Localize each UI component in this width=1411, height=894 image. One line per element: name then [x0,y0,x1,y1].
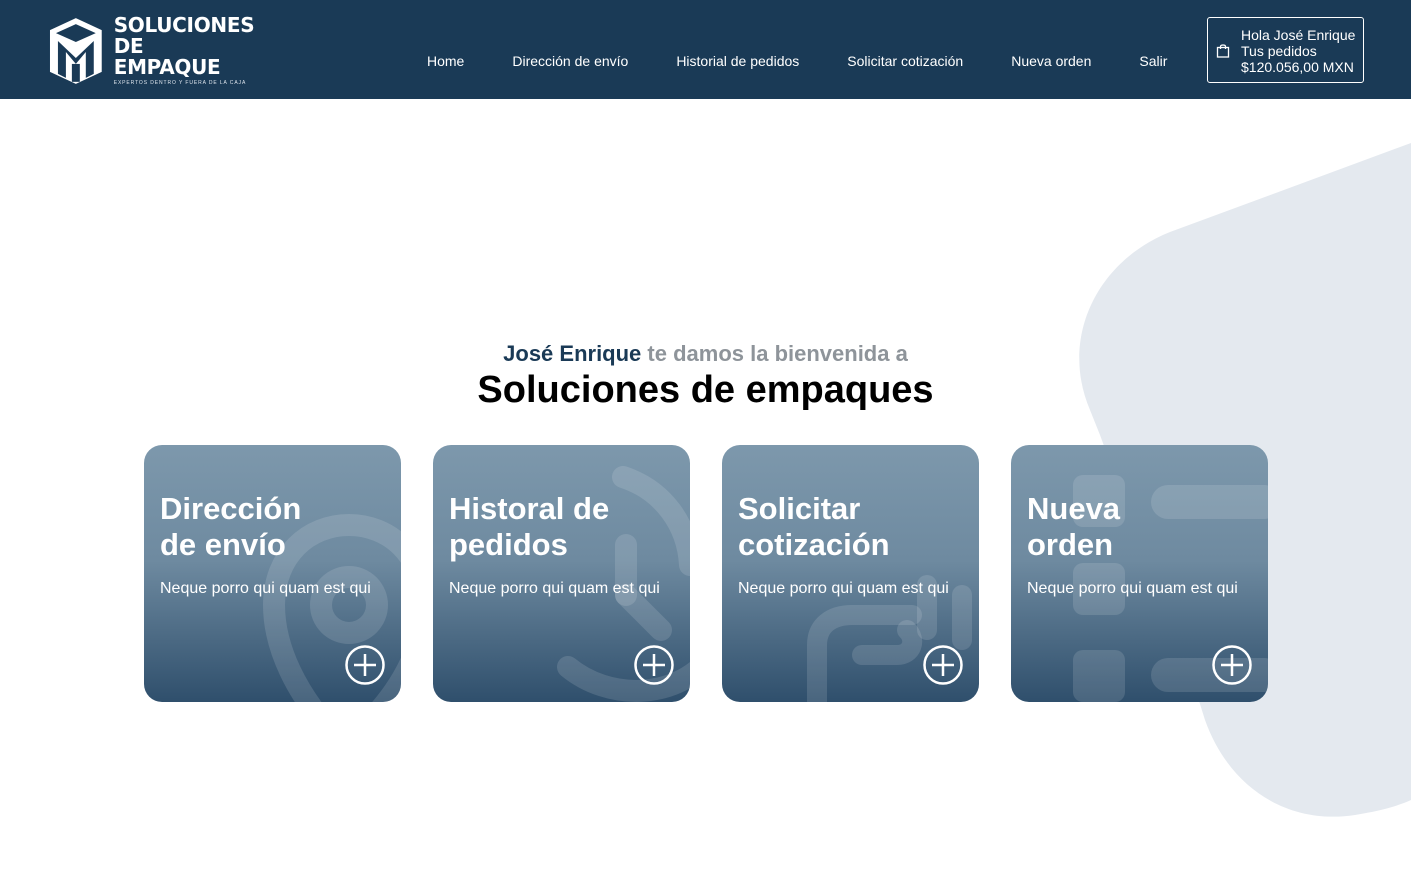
welcome-text: te damos la bienvenida a [641,341,908,366]
nav-historial-pedidos[interactable]: Historial de pedidos [676,52,799,70]
welcome-user-name: José Enrique [503,341,642,366]
main-nav: Home Dirección de envío Historial de ped… [427,52,1167,70]
cart-orders-label: Tus pedidos [1241,43,1317,59]
logo-line-2: DE EMPAQUE [113,33,221,79]
card-title-line-1: Solicitar [738,491,861,526]
nav-nueva-orden[interactable]: Nueva orden [1011,52,1091,70]
welcome-line: José Enrique te damos la bienvenida a [0,340,1411,368]
card-title-line-2: pedidos [449,527,568,562]
card-title-line-2: orden [1027,527,1114,562]
card-historial-pedidos[interactable]: Historal de pedidos Neque porro qui quam… [433,445,690,702]
nav-direccion-envio[interactable]: Dirección de envío [512,52,628,70]
logo-tagline: EXPERTOS DENTRO Y FUERA DE LA CAJA [113,79,247,86]
brand-logo[interactable]: SOLUCIONES DE EMPAQUE EXPERTOS DENTRO Y … [46,12,256,86]
plus-circle-icon[interactable] [1212,645,1252,685]
card-title: Solicitar cotización [738,491,968,563]
card-description: Neque porro qui quam est qui [449,580,660,597]
cart-summary-button[interactable]: Hola José Enrique Tus pedidos $120.056,0… [1207,17,1364,83]
card-description: Neque porro qui quam est qui [1027,580,1238,597]
cart-text: Hola José Enrique Tus pedidos $120.056,0… [1241,27,1355,75]
card-nueva-orden[interactable]: Nueva orden Neque porro qui quam est qui [1011,445,1268,702]
logo-box-icon [49,18,102,84]
card-title-line-2: de envío [160,527,286,562]
card-title: Nueva orden [1027,491,1257,563]
nav-home[interactable]: Home [427,52,464,70]
page-title: Soluciones de empaques [477,369,934,411]
logo-line-1: SOLUCIONES [113,12,255,37]
card-title: Historal de pedidos [449,491,679,563]
logo-wordmark: SOLUCIONES DE EMPAQUE EXPERTOS DENTRO Y … [113,12,256,86]
card-solicitar-cotizacion[interactable]: Solicitar cotización Neque porro qui qua… [722,445,979,702]
plus-circle-icon[interactable] [634,645,674,685]
plus-circle-icon[interactable] [923,645,963,685]
cart-greeting: Hola José Enrique [1241,27,1356,43]
nav-solicitar-cotizacion[interactable]: Solicitar cotización [847,52,963,70]
card-title-line-2: cotización [738,527,890,562]
card-title-line-1: Historal de [449,491,610,526]
card-description: Neque porro qui quam est qui [738,580,949,597]
card-title-line-1: Dirección [160,491,302,526]
card-title: Dirección de envío [160,491,390,563]
nav-salir[interactable]: Salir [1139,52,1167,70]
top-header: SOLUCIONES DE EMPAQUE EXPERTOS DENTRO Y … [0,0,1411,99]
plus-circle-icon[interactable] [345,645,385,685]
shopping-bag-icon [1216,44,1230,58]
cart-total: $120.056,00 MXN [1241,59,1354,75]
card-title-line-1: Nueva [1027,491,1121,526]
card-direccion-envio[interactable]: Dirección de envío Neque porro qui quam … [144,445,401,702]
card-description: Neque porro qui quam est qui [160,580,371,597]
